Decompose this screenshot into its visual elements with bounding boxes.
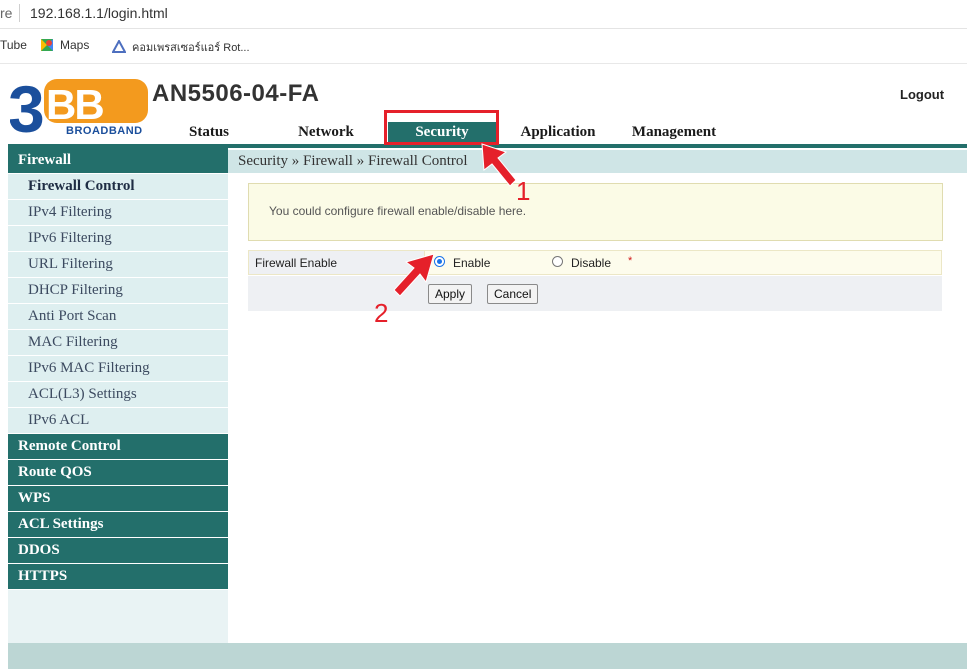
annotation-number-1: 1 xyxy=(516,176,531,206)
sidebar-item-ipv4-filtering[interactable]: IPv4 Filtering xyxy=(8,200,228,226)
annotation-number-2: 2 xyxy=(374,298,389,328)
sidebar-item-firewall-control[interactable]: Firewall Control xyxy=(8,174,228,200)
sidebar-item-url-filtering[interactable]: URL Filtering xyxy=(8,252,228,278)
info-message: You could configure firewall enable/disa… xyxy=(269,204,527,218)
sidebar-item-acl-l3-settings[interactable]: ACL(L3) Settings xyxy=(8,382,228,408)
sidebar-group-route-qos[interactable]: Route QOS xyxy=(8,460,228,486)
required-mark: * xyxy=(628,255,633,267)
bookmark-label: Maps xyxy=(60,38,90,52)
sidebar-group-remote-control[interactable]: Remote Control xyxy=(8,434,228,460)
3bb-logo: 3 BB BROADBAND xyxy=(10,76,148,138)
svg-text:3: 3 xyxy=(10,76,45,138)
sidebar-item-anti-port-scan[interactable]: Anti Port Scan xyxy=(8,304,228,330)
tab-status[interactable]: Status xyxy=(178,122,240,144)
sidebar-group-ddos[interactable]: DDOS xyxy=(8,538,228,564)
bookmark-youtube[interactable]: Tube xyxy=(0,38,27,52)
bookmarks-bar: Tube Maps คอมเพรสเซอร์แอร์ Rot... xyxy=(0,29,967,64)
logout-link[interactable]: Logout xyxy=(900,87,944,102)
sidebar-group-https[interactable]: HTTPS xyxy=(8,564,228,590)
firewall-enable-row: Firewall Enable Enable Disable * xyxy=(248,250,942,275)
bookmark-compressor[interactable]: คอมเพรสเซอร์แอร์ Rot... xyxy=(112,38,250,56)
tab-network[interactable]: Network xyxy=(286,122,366,144)
firewall-enable-label: Firewall Enable xyxy=(255,256,338,270)
drive-icon xyxy=(112,40,126,53)
footer-bar xyxy=(8,643,967,669)
annotation-arrow-2 xyxy=(393,253,435,297)
button-row: Apply Cancel xyxy=(248,276,942,311)
sidebar-item-ipv6-acl[interactable]: IPv6 ACL xyxy=(8,408,228,434)
enable-radio-label[interactable]: Enable xyxy=(453,256,490,270)
sidebar-group-firewall[interactable]: Firewall xyxy=(8,148,228,174)
info-message-box: You could configure firewall enable/disa… xyxy=(248,183,943,241)
bookmark-label: Tube xyxy=(0,38,27,52)
security-indicator[interactable]: re xyxy=(0,5,12,21)
url-text[interactable]: 192.168.1.1/login.html xyxy=(30,5,168,21)
cancel-button[interactable]: Cancel xyxy=(487,284,539,304)
tab-management[interactable]: Management xyxy=(620,122,728,144)
device-model: AN5506-04-FA xyxy=(152,80,320,107)
browser-address-bar[interactable]: re 192.168.1.1/login.html xyxy=(0,0,967,29)
breadcrumb: Security » Firewall » Firewall Control xyxy=(228,150,967,173)
bookmark-maps[interactable]: Maps xyxy=(40,38,89,52)
sidebar-group-wps[interactable]: WPS xyxy=(8,486,228,512)
disable-radio[interactable] xyxy=(552,256,563,267)
address-separator xyxy=(19,4,20,22)
disable-radio-label[interactable]: Disable xyxy=(571,256,611,270)
sidebar-item-dhcp-filtering[interactable]: DHCP Filtering xyxy=(8,278,228,304)
sidebar-item-ipv6-filtering[interactable]: IPv6 Filtering xyxy=(8,226,228,252)
svg-text:BROADBAND: BROADBAND xyxy=(66,125,143,137)
svg-text:BB: BB xyxy=(46,81,103,128)
bookmark-label: คอมเพรสเซอร์แอร์ Rot... xyxy=(132,42,250,54)
sidebar-item-mac-filtering[interactable]: MAC Filtering xyxy=(8,330,228,356)
sidebar-item-ipv6-mac-filtering[interactable]: IPv6 MAC Filtering xyxy=(8,356,228,382)
sidebar-group-acl-settings[interactable]: ACL Settings xyxy=(8,512,228,538)
maps-icon xyxy=(41,39,53,51)
